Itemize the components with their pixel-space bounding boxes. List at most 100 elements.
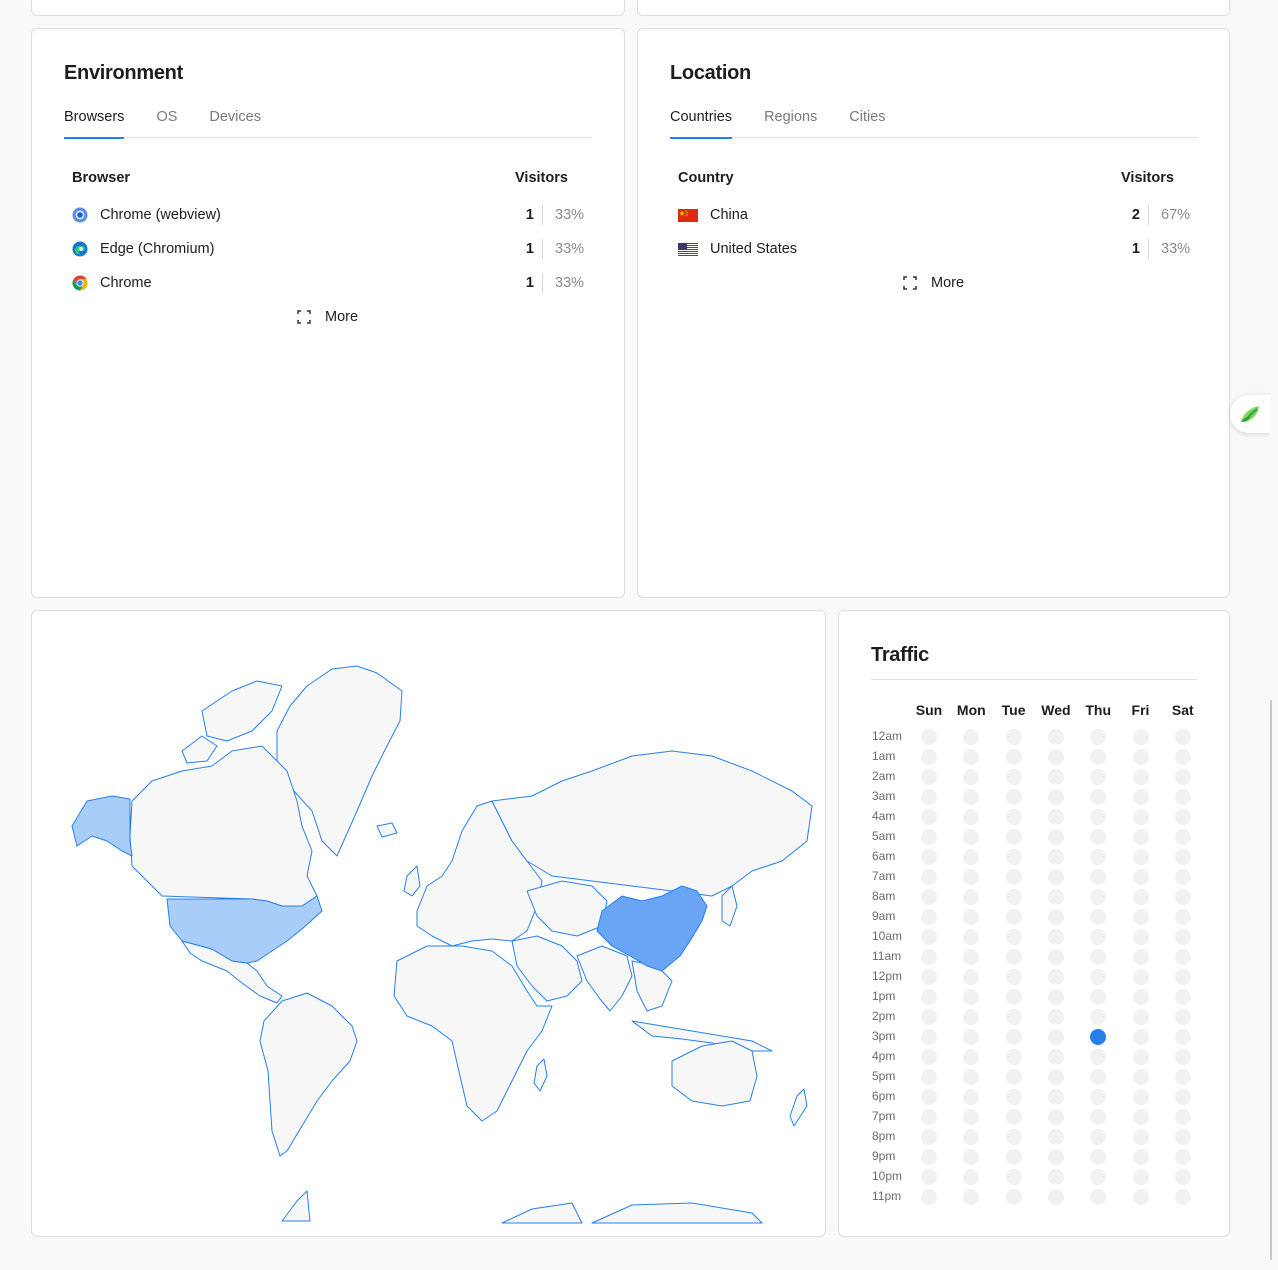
traffic-cell[interactable] <box>1132 889 1149 905</box>
traffic-cell[interactable] <box>1132 1149 1149 1165</box>
world-map[interactable] <box>32 611 826 1237</box>
traffic-cell[interactable] <box>1174 909 1191 925</box>
scrollbar-thumb[interactable] <box>1270 700 1272 1260</box>
traffic-cell[interactable] <box>1005 1169 1022 1185</box>
traffic-cell[interactable] <box>1090 1009 1107 1025</box>
traffic-cell[interactable] <box>921 1049 937 1065</box>
assistant-widget[interactable] <box>1230 395 1270 433</box>
traffic-cell[interactable] <box>921 889 937 905</box>
traffic-cell[interactable] <box>1047 1069 1064 1085</box>
traffic-cell[interactable] <box>1090 1169 1107 1185</box>
table-row[interactable]: Chrome 1 33% <box>72 271 592 295</box>
table-row[interactable]: Chrome (webview) 1 33% <box>72 203 592 227</box>
traffic-cell[interactable] <box>1174 989 1191 1005</box>
tab-browsers[interactable]: Browsers <box>64 107 125 139</box>
traffic-cell[interactable] <box>1005 1089 1022 1105</box>
traffic-cell[interactable] <box>1132 749 1149 765</box>
traffic-cell[interactable] <box>963 1009 980 1025</box>
traffic-cell[interactable] <box>921 1149 937 1165</box>
table-row[interactable]: China 2 67% <box>678 203 1198 227</box>
traffic-cell[interactable] <box>1047 849 1064 865</box>
traffic-cell[interactable] <box>921 1109 937 1125</box>
traffic-cell[interactable] <box>1047 869 1064 885</box>
traffic-cell[interactable] <box>1132 1169 1149 1185</box>
traffic-cell[interactable] <box>921 1009 937 1025</box>
traffic-cell[interactable] <box>1047 769 1064 785</box>
traffic-cell[interactable] <box>1005 1149 1022 1165</box>
traffic-cell[interactable] <box>1005 769 1022 785</box>
traffic-cell[interactable] <box>963 1169 980 1185</box>
traffic-cell[interactable] <box>1047 1089 1064 1105</box>
traffic-cell[interactable] <box>963 729 980 745</box>
traffic-cell[interactable] <box>1047 1149 1064 1165</box>
traffic-cell[interactable] <box>1005 1109 1022 1125</box>
traffic-cell[interactable] <box>1132 969 1149 985</box>
traffic-cell[interactable] <box>1132 1069 1149 1085</box>
traffic-cell[interactable] <box>1132 1049 1149 1065</box>
traffic-cell[interactable] <box>963 929 980 945</box>
traffic-cell[interactable] <box>1174 1149 1191 1165</box>
traffic-cell[interactable] <box>1174 1129 1191 1145</box>
traffic-cell[interactable] <box>1047 829 1064 845</box>
traffic-cell[interactable] <box>1132 1029 1149 1045</box>
traffic-cell[interactable] <box>1174 849 1191 865</box>
traffic-cell[interactable] <box>1047 949 1064 965</box>
traffic-cell[interactable] <box>963 1109 980 1125</box>
traffic-cell[interactable] <box>921 1089 937 1105</box>
traffic-cell[interactable] <box>1047 969 1064 985</box>
traffic-cell[interactable] <box>963 1189 980 1205</box>
traffic-cell[interactable] <box>963 1029 980 1045</box>
traffic-cell[interactable] <box>963 1129 980 1145</box>
traffic-cell[interactable] <box>963 1089 980 1105</box>
traffic-cell[interactable] <box>963 749 980 765</box>
location-more-button[interactable]: More <box>903 275 964 291</box>
traffic-cell[interactable] <box>963 789 980 805</box>
traffic-cell[interactable] <box>1090 969 1107 985</box>
traffic-cell[interactable] <box>1174 809 1191 825</box>
traffic-cell[interactable] <box>1132 949 1149 965</box>
traffic-cell[interactable] <box>921 949 937 965</box>
traffic-cell[interactable] <box>1047 1109 1064 1125</box>
traffic-cell[interactable] <box>1174 1109 1191 1125</box>
traffic-cell[interactable] <box>1132 849 1149 865</box>
tab-countries[interactable]: Countries <box>670 107 733 139</box>
traffic-cell[interactable] <box>1132 1129 1149 1145</box>
traffic-cell[interactable] <box>1047 1009 1064 1025</box>
traffic-cell[interactable] <box>1090 829 1107 845</box>
traffic-cell[interactable] <box>1174 929 1191 945</box>
traffic-cell[interactable] <box>921 809 937 825</box>
traffic-cell[interactable] <box>921 729 937 745</box>
traffic-cell[interactable] <box>1047 789 1064 805</box>
traffic-cell[interactable] <box>1174 1069 1191 1085</box>
traffic-cell[interactable] <box>963 869 980 885</box>
traffic-cell[interactable] <box>1047 909 1064 925</box>
traffic-cell[interactable] <box>1090 1149 1107 1165</box>
traffic-cell[interactable] <box>1047 1189 1064 1205</box>
traffic-cell[interactable] <box>963 989 980 1005</box>
traffic-cell[interactable] <box>1005 949 1022 965</box>
traffic-cell[interactable] <box>1174 749 1191 765</box>
traffic-cell[interactable] <box>1174 1089 1191 1105</box>
traffic-cell[interactable] <box>1132 829 1149 845</box>
traffic-cell[interactable] <box>1132 789 1149 805</box>
traffic-cell[interactable] <box>1047 889 1064 905</box>
traffic-cell[interactable] <box>1090 1129 1107 1145</box>
traffic-cell[interactable] <box>1174 1189 1191 1205</box>
traffic-cell[interactable] <box>921 969 937 985</box>
table-row[interactable]: Edge (Chromium) 1 33% <box>72 237 592 261</box>
traffic-cell[interactable] <box>1005 929 1022 945</box>
traffic-cell[interactable] <box>1047 1129 1064 1145</box>
traffic-cell[interactable] <box>1090 929 1107 945</box>
traffic-cell[interactable] <box>1174 1049 1191 1065</box>
traffic-cell[interactable] <box>1132 909 1149 925</box>
traffic-cell[interactable] <box>963 809 980 825</box>
traffic-cell[interactable] <box>1005 729 1022 745</box>
traffic-cell[interactable] <box>1132 1189 1149 1205</box>
traffic-cell[interactable] <box>1005 1029 1022 1045</box>
traffic-cell[interactable] <box>1132 769 1149 785</box>
traffic-cell[interactable] <box>963 949 980 965</box>
traffic-cell[interactable] <box>963 769 980 785</box>
traffic-cell[interactable] <box>963 909 980 925</box>
tab-devices[interactable]: Devices <box>209 107 261 138</box>
traffic-cell[interactable] <box>1090 729 1107 745</box>
